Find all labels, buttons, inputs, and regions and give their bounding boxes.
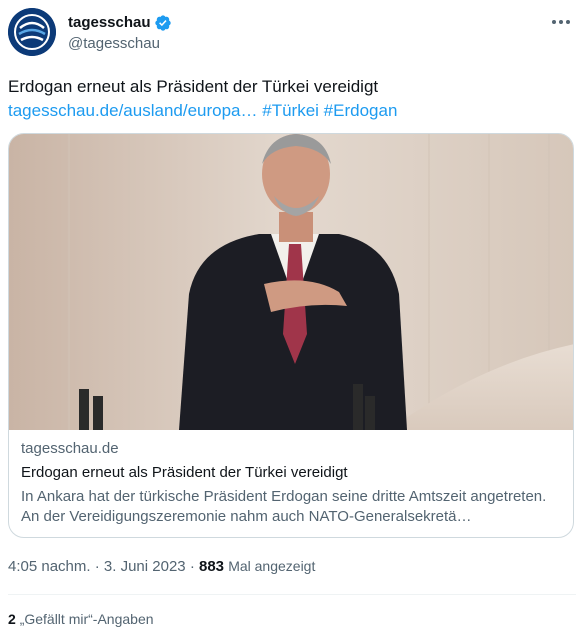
link-preview-card[interactable]: tagesschau.de Erdogan erneut als Präside… [8,133,574,538]
tweet-time[interactable]: 4:05 nachm. [8,558,91,575]
display-name[interactable]: tagesschau [68,14,151,32]
tweet-body: Erdogan erneut als Präsident der Türkei … [8,77,379,96]
tweet-date[interactable]: 3. Juni 2023 [104,558,186,575]
meta-separator: · [94,558,100,575]
hashtag-tuerkei[interactable]: #Türkei [262,101,319,120]
views-count: 883 [198,558,225,575]
hashtag-erdogan[interactable]: #Erdogan [324,101,398,120]
views-label: Mal angezeigt [228,558,316,574]
more-options-icon [552,20,570,24]
divider [8,594,576,595]
account-handle[interactable]: @tagesschau [68,34,172,54]
card-title: Erdogan erneut als Präsident der Türkei … [21,464,348,481]
article-link[interactable]: tagesschau.de/ausland/europa… [8,101,258,120]
tweet-links-line: tagesschau.de/ausland/europa… #Türkei #E… [8,99,578,123]
card-description: In Ankara hat der türkische Präsident Er… [21,488,547,525]
meta-separator: · [189,558,195,575]
account-names: tagesschau @tagesschau [68,14,172,54]
likes-count: 2 [8,611,16,627]
more-options-button[interactable] [546,10,576,34]
tweet-text: Erdogan erneut als Präsident der Türkei … [8,75,578,123]
verified-badge-icon [154,14,172,32]
tweet-header: tagesschau @tagesschau [8,8,576,60]
card-image[interactable] [9,134,573,430]
tagesschau-logo-icon [8,8,56,56]
display-name-row: tagesschau [68,14,172,32]
likes-link[interactable]: 2 „Gefällt mir“-Angaben [8,609,154,629]
card-info: tagesschau.de Erdogan erneut als Präside… [21,439,566,527]
tweet-meta: 4:05 nachm. · 3. Juni 2023 · 883 Mal ang… [8,556,315,577]
avatar[interactable] [8,8,56,56]
likes-label: „Gefällt mir“-Angaben [19,611,154,627]
card-domain: tagesschau.de [21,440,119,457]
